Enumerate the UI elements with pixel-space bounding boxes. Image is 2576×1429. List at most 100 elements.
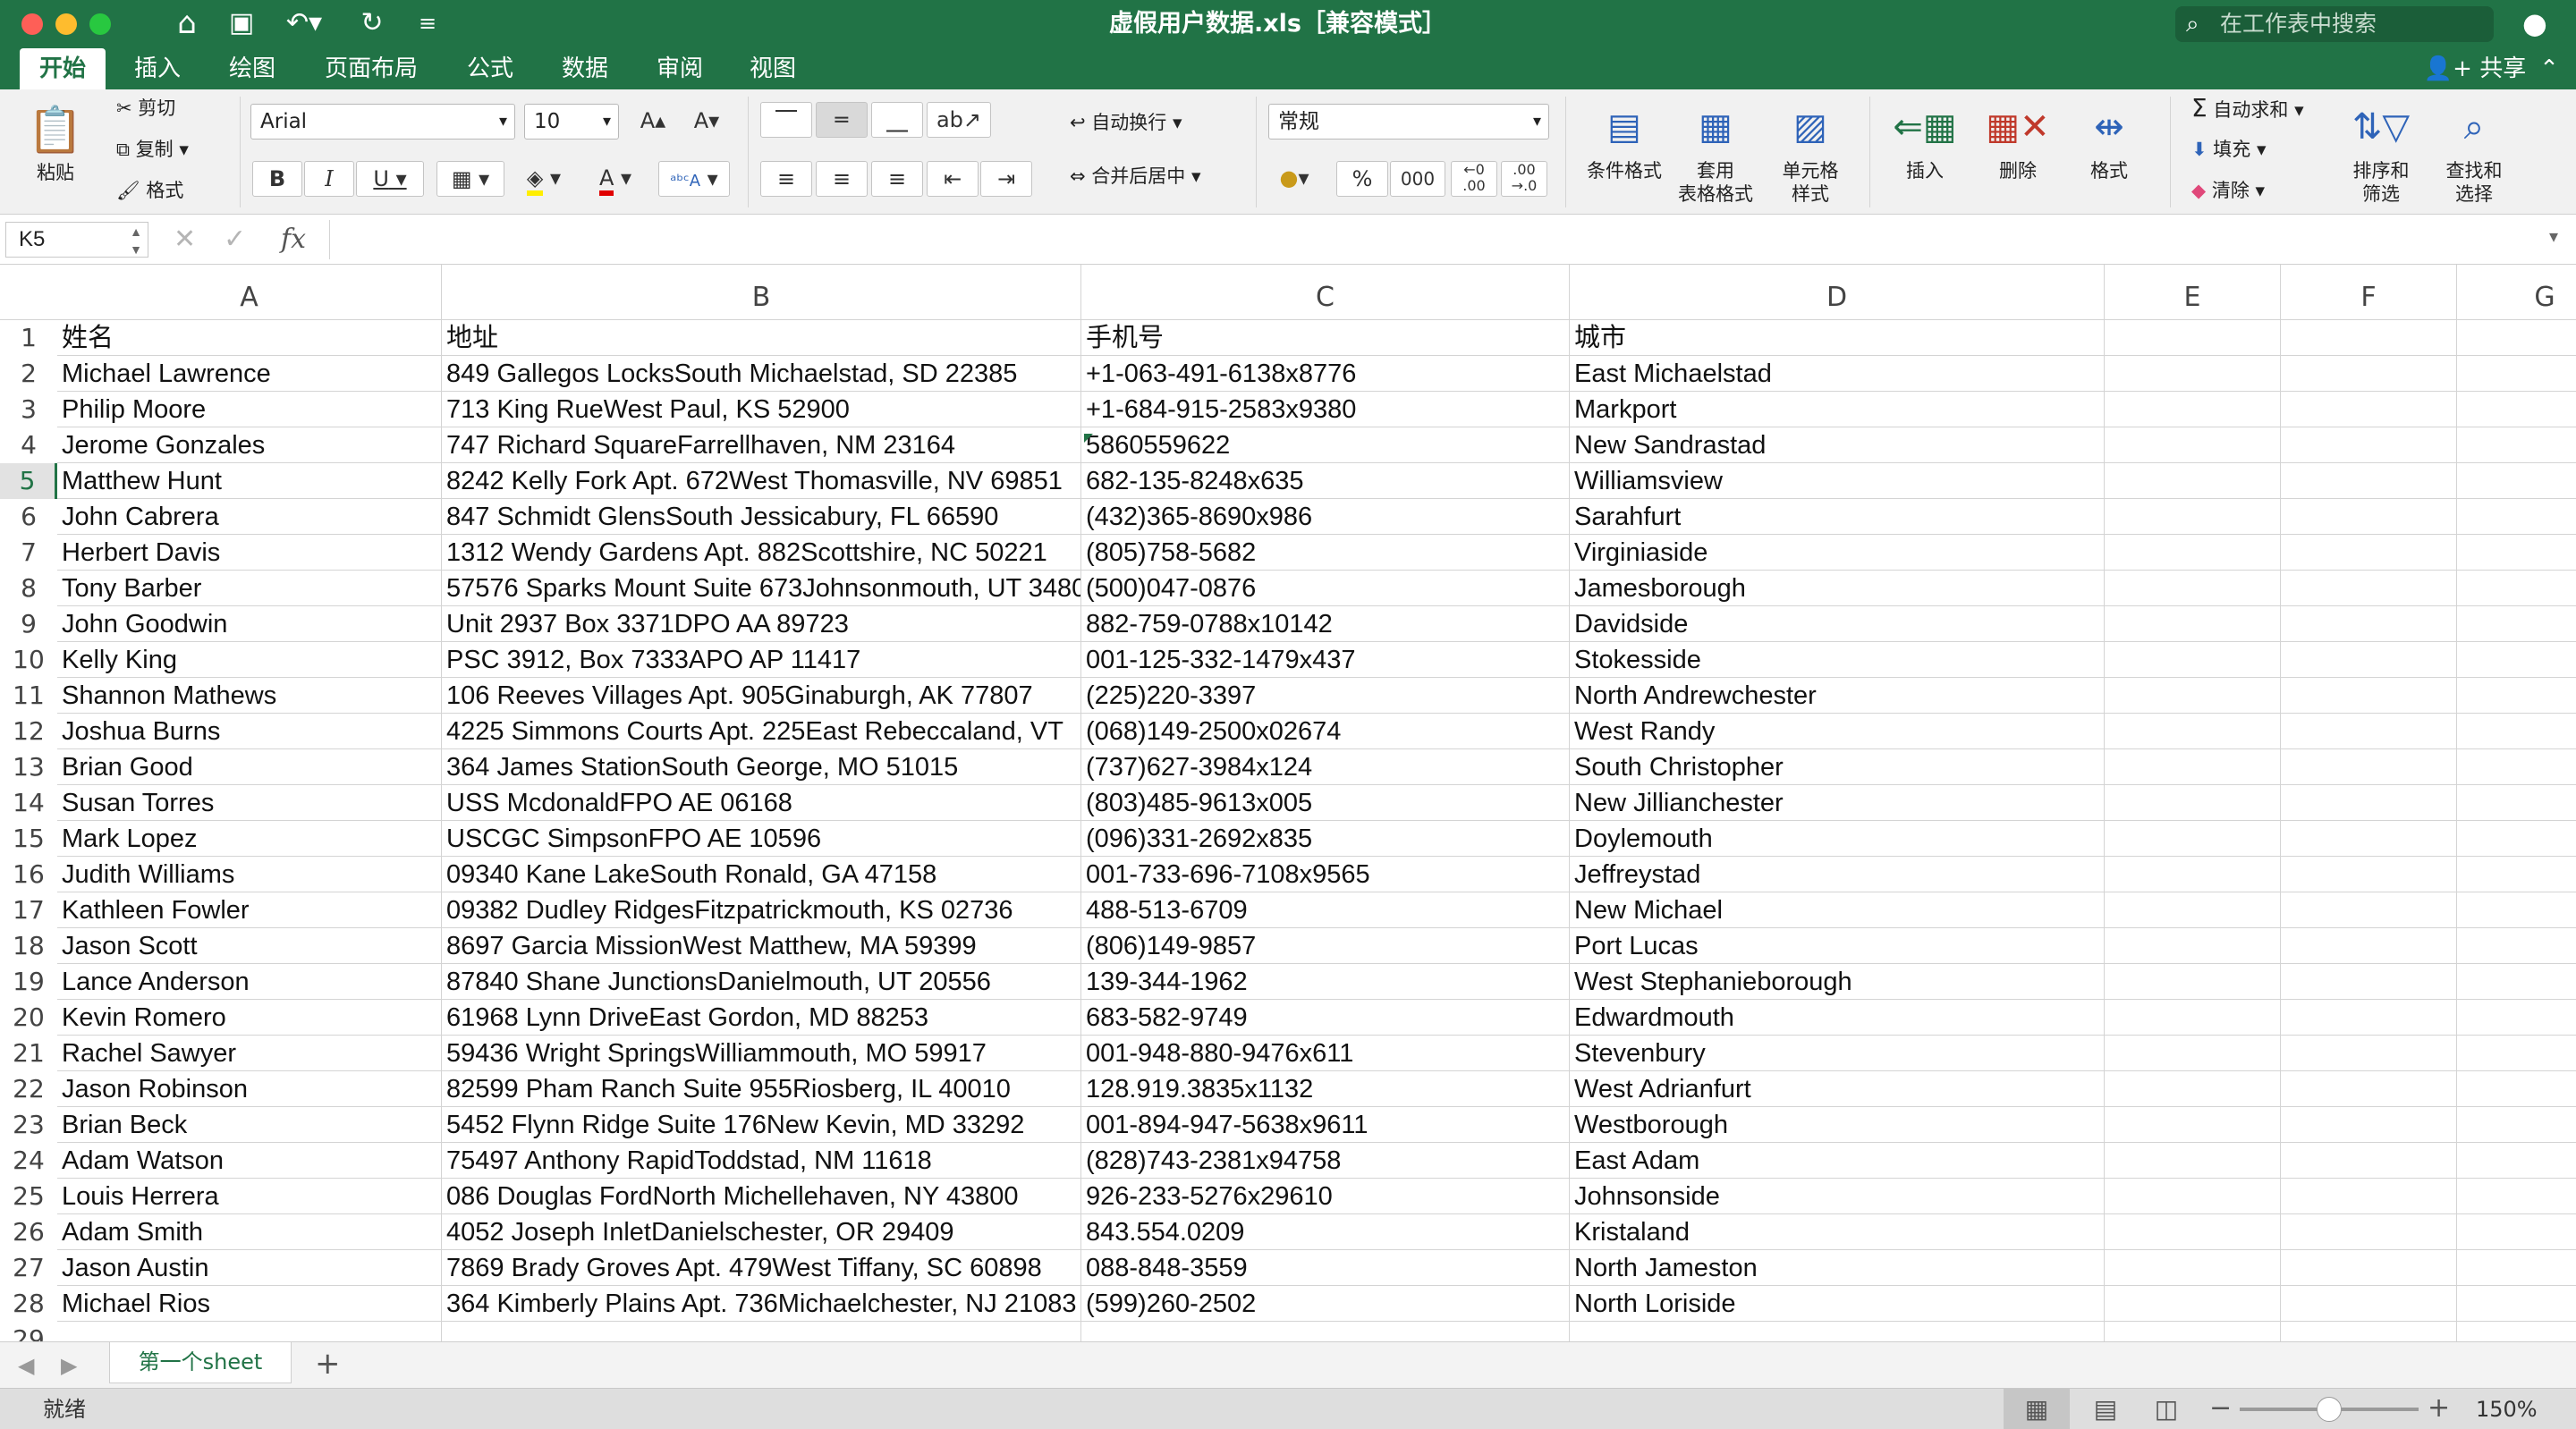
cell-e28[interactable] bbox=[2105, 1286, 2281, 1322]
cell-f6[interactable] bbox=[2281, 499, 2457, 535]
column-header-c[interactable]: C bbox=[1081, 265, 1570, 320]
decrease-decimal-button[interactable]: .00 →.0 bbox=[1501, 161, 1547, 197]
cell-a12[interactable]: Joshua Burns bbox=[57, 714, 442, 749]
cell-b23[interactable]: 5452 Flynn Ridge Suite 176New Kevin, MD … bbox=[442, 1107, 1081, 1143]
cell-e19[interactable] bbox=[2105, 964, 2281, 1000]
cell-c29[interactable] bbox=[1081, 1322, 1570, 1341]
cell-f13[interactable] bbox=[2281, 749, 2457, 785]
row-header[interactable]: 5 bbox=[0, 463, 57, 499]
cell-e4[interactable] bbox=[2105, 427, 2281, 463]
row-header[interactable]: 19 bbox=[0, 964, 57, 1000]
tab-home[interactable]: 开始 bbox=[20, 48, 106, 89]
cell-g18[interactable] bbox=[2457, 928, 2576, 964]
cell-b7[interactable]: 1312 Wendy Gardens Apt. 882Scottshire, N… bbox=[442, 535, 1081, 571]
row-header[interactable]: 29 bbox=[0, 1322, 57, 1341]
row-header[interactable]: 23 bbox=[0, 1107, 57, 1143]
align-bottom-button[interactable]: ⎽ bbox=[871, 102, 923, 138]
cell-e10[interactable] bbox=[2105, 642, 2281, 678]
italic-button[interactable]: I bbox=[304, 161, 354, 197]
cell-f15[interactable] bbox=[2281, 821, 2457, 857]
redo-icon[interactable]: ↻ bbox=[352, 5, 392, 41]
format-as-table-button[interactable]: ▦ 套用 表格格式 bbox=[1669, 95, 1762, 206]
decrease-indent-button[interactable]: ⇤ bbox=[927, 161, 979, 197]
cell-e24[interactable] bbox=[2105, 1143, 2281, 1179]
cell-d23[interactable]: Westborough bbox=[1570, 1107, 2105, 1143]
select-all-corner[interactable] bbox=[0, 265, 57, 320]
cell-d2[interactable]: East Michaelstad bbox=[1570, 356, 2105, 392]
cell-a10[interactable]: Kelly King bbox=[57, 642, 442, 678]
cell-b16[interactable]: 09340 Kane LakeSouth Ronald, GA 47158 bbox=[442, 857, 1081, 892]
cell-c23[interactable]: 001-894-947-5638x9611 bbox=[1081, 1107, 1570, 1143]
row-header[interactable]: 24 bbox=[0, 1143, 57, 1179]
cell-a15[interactable]: Mark Lopez bbox=[57, 821, 442, 857]
cell-e15[interactable] bbox=[2105, 821, 2281, 857]
cell-b12[interactable]: 4225 Simmons Courts Apt. 225East Rebecca… bbox=[442, 714, 1081, 749]
zoom-window-button[interactable] bbox=[89, 13, 111, 35]
add-sheet-button[interactable]: + bbox=[315, 1346, 341, 1382]
cell-b22[interactable]: 82599 Pham Ranch Suite 955Riosberg, IL 4… bbox=[442, 1071, 1081, 1107]
cell-e5[interactable] bbox=[2105, 463, 2281, 499]
cell-e14[interactable] bbox=[2105, 785, 2281, 821]
row-header[interactable]: 25 bbox=[0, 1179, 57, 1214]
cell-a19[interactable]: Lance Anderson bbox=[57, 964, 442, 1000]
cell-a22[interactable]: Jason Robinson bbox=[57, 1071, 442, 1107]
merge-center-button[interactable]: ⇔ 合并后居中 ▾ bbox=[1070, 165, 1236, 188]
cell-g12[interactable] bbox=[2457, 714, 2576, 749]
cell-d21[interactable]: Stevenbury bbox=[1570, 1036, 2105, 1071]
cell-b1[interactable]: 地址 bbox=[442, 320, 1081, 356]
row-header[interactable]: 18 bbox=[0, 928, 57, 964]
cell-b24[interactable]: 75497 Anthony RapidToddstad, NM 11618 bbox=[442, 1143, 1081, 1179]
tab-page-layout[interactable]: 页面布局 bbox=[313, 48, 429, 89]
cell-f16[interactable] bbox=[2281, 857, 2457, 892]
cell-f26[interactable] bbox=[2281, 1214, 2457, 1250]
cell-f8[interactable] bbox=[2281, 571, 2457, 606]
align-top-button[interactable]: ⎺ bbox=[760, 102, 812, 138]
insert-cells-button[interactable]: ⇐▦ 插入 bbox=[1882, 95, 1968, 182]
delete-cells-button[interactable]: ▦✕ 删除 bbox=[1975, 95, 2061, 182]
minimize-window-button[interactable] bbox=[55, 13, 77, 35]
cell-c3[interactable]: +1-684-915-2583x9380 bbox=[1081, 392, 1570, 427]
cell-g6[interactable] bbox=[2457, 499, 2576, 535]
cell-f3[interactable] bbox=[2281, 392, 2457, 427]
cell-c14[interactable]: (803)485-9613x005 bbox=[1081, 785, 1570, 821]
cell-e17[interactable] bbox=[2105, 892, 2281, 928]
cell-c28[interactable]: (599)260-2502 bbox=[1081, 1286, 1570, 1322]
decrease-font-size-button[interactable]: A▾ bbox=[682, 104, 732, 140]
row-header[interactable]: 16 bbox=[0, 857, 57, 892]
page-layout-view-icon[interactable]: ▤ bbox=[2079, 1389, 2132, 1429]
cell-f5[interactable] bbox=[2281, 463, 2457, 499]
zoom-level[interactable]: 150% bbox=[2476, 1389, 2538, 1429]
worksheet-grid[interactable]: A B C D E F G 1 姓名 地址 手机号 城市 2 Michael Lawrenc… bbox=[0, 265, 2576, 1341]
row-header[interactable]: 26 bbox=[0, 1214, 57, 1250]
cell-b8[interactable]: 57576 Sparks Mount Suite 673Johnsonmouth… bbox=[442, 571, 1081, 606]
cell-d8[interactable]: Jamesborough bbox=[1570, 571, 2105, 606]
cell-b26[interactable]: 4052 Joseph InletDanielschester, OR 2940… bbox=[442, 1214, 1081, 1250]
cell-a13[interactable]: Brian Good bbox=[57, 749, 442, 785]
cell-g3[interactable] bbox=[2457, 392, 2576, 427]
insert-function-button[interactable]: fx bbox=[281, 222, 306, 258]
cell-e11[interactable] bbox=[2105, 678, 2281, 714]
name-box[interactable]: K5 ▲ ▼ bbox=[5, 222, 148, 258]
row-header[interactable]: 8 bbox=[0, 571, 57, 606]
cell-d17[interactable]: New Michael bbox=[1570, 892, 2105, 928]
cell-g15[interactable] bbox=[2457, 821, 2576, 857]
zoom-out-icon[interactable]: − bbox=[2209, 1389, 2232, 1428]
align-middle-button[interactable]: ═ bbox=[816, 102, 868, 138]
cell-d3[interactable]: Markport bbox=[1570, 392, 2105, 427]
cell-e20[interactable] bbox=[2105, 1000, 2281, 1036]
page-break-view-icon[interactable]: ◫ bbox=[2140, 1389, 2193, 1429]
cell-d9[interactable]: Davidside bbox=[1570, 606, 2105, 642]
cell-f20[interactable] bbox=[2281, 1000, 2457, 1036]
cell-b21[interactable]: 59436 Wright SpringsWilliammouth, MO 599… bbox=[442, 1036, 1081, 1071]
cell-e3[interactable] bbox=[2105, 392, 2281, 427]
cell-c10[interactable]: 001-125-332-1479x437 bbox=[1081, 642, 1570, 678]
cell-a24[interactable]: Adam Watson bbox=[57, 1143, 442, 1179]
row-header[interactable]: 2 bbox=[0, 356, 57, 392]
cell-d10[interactable]: Stokesside bbox=[1570, 642, 2105, 678]
cell-a14[interactable]: Susan Torres bbox=[57, 785, 442, 821]
cell-g11[interactable] bbox=[2457, 678, 2576, 714]
font-color-button[interactable]: A ▾ bbox=[581, 161, 649, 197]
autosum-button[interactable]: Σ 自动求和 ▾ bbox=[2191, 96, 2334, 122]
cell-g29[interactable] bbox=[2457, 1322, 2576, 1341]
cell-c1[interactable]: 手机号 bbox=[1081, 320, 1570, 356]
